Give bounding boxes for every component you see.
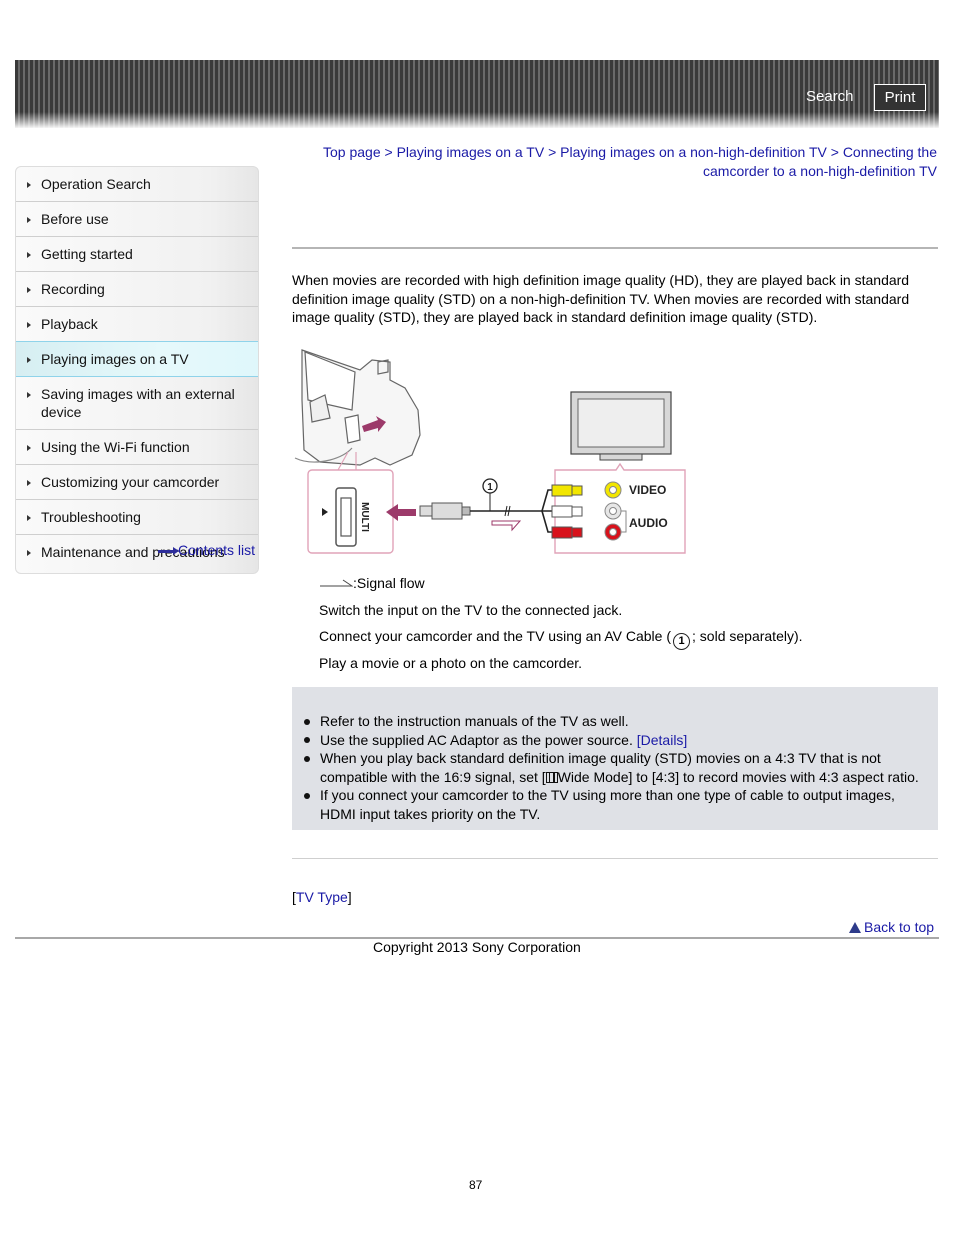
sidebar-item-operation-search[interactable]: Operation Search bbox=[16, 167, 258, 202]
triangle-right-icon bbox=[27, 252, 31, 258]
triangle-right-icon bbox=[27, 445, 31, 451]
back-to-top-link[interactable]: Back to top bbox=[849, 919, 934, 935]
triangle-right-icon bbox=[27, 217, 31, 223]
triangle-right-icon bbox=[27, 357, 31, 363]
step-3: Play a movie or a photo on the camcorder… bbox=[319, 655, 583, 671]
connection-diagram: MULTI 1 VIDEO AUDIO bbox=[294, 349, 686, 554]
print-button[interactable]: Print bbox=[874, 84, 926, 111]
signal-flow-label: :Signal flow bbox=[353, 575, 425, 591]
sidebar-item-label: Getting started bbox=[41, 246, 133, 262]
contents-list-label: Contents list bbox=[178, 542, 256, 558]
sidebar-item-label: Saving images with an external device bbox=[41, 386, 235, 420]
video-label: VIDEO bbox=[629, 483, 666, 497]
note-item: Refer to the instruction manuals of the … bbox=[292, 712, 938, 731]
sidebar-item-label: Customizing your camcorder bbox=[41, 474, 220, 490]
breadcrumb-separator: > bbox=[380, 144, 397, 160]
related-divider bbox=[292, 858, 938, 859]
sidebar-item-label: Operation Search bbox=[41, 176, 151, 192]
search-link[interactable]: Search bbox=[806, 88, 854, 105]
triangle-right-icon bbox=[27, 287, 31, 293]
audio-label: AUDIO bbox=[629, 516, 668, 530]
header-bar bbox=[15, 60, 939, 128]
triangle-right-icon bbox=[27, 182, 31, 188]
note-text: Wide Mode] to [4:3] to record movies wit… bbox=[557, 768, 919, 785]
multi-port-label: MULTI bbox=[359, 502, 370, 532]
sidebar-item-label: Recording bbox=[41, 281, 105, 297]
sidebar-item-label: Playback bbox=[41, 316, 98, 332]
signal-flow-icon bbox=[491, 520, 522, 532]
note-text: Use the supplied AC Adaptor as the power… bbox=[320, 731, 637, 748]
notes-box: Refer to the instruction manuals of the … bbox=[292, 687, 938, 830]
contents-list-link[interactable]: Contents list bbox=[158, 542, 255, 558]
title-divider bbox=[292, 247, 938, 249]
breadcrumb-non-hd-tv[interactable]: Playing images on a non-high-definition … bbox=[560, 144, 827, 160]
arrow-right-icon bbox=[158, 546, 179, 555]
svg-text:1: 1 bbox=[487, 482, 493, 493]
note-text: If you connect your camcorder to the TV … bbox=[320, 787, 895, 822]
note-text: Refer to the instruction manuals of the … bbox=[320, 713, 629, 729]
sidebar-item-recording[interactable]: Recording bbox=[16, 272, 258, 307]
tv-type-link[interactable]: TV Type bbox=[296, 889, 348, 905]
note-item: When you play back standard definition i… bbox=[292, 749, 938, 786]
sidebar-item-saving-images[interactable]: Saving images with an external device bbox=[16, 377, 258, 430]
sidebar-item-label: Using the Wi-Fi function bbox=[41, 439, 190, 455]
bullet-icon bbox=[304, 718, 310, 725]
breadcrumb-top-page[interactable]: Top page bbox=[323, 144, 381, 160]
step-2: Connect your camcorder and the TV using … bbox=[319, 628, 803, 650]
sidebar-item-label: Troubleshooting bbox=[41, 509, 141, 525]
page-number: 87 bbox=[469, 1178, 483, 1192]
triangle-right-icon bbox=[27, 550, 31, 556]
sidebar-item-getting-started[interactable]: Getting started bbox=[16, 237, 258, 272]
breadcrumb-separator: > bbox=[544, 144, 561, 160]
sidebar-item-troubleshooting[interactable]: Troubleshooting bbox=[16, 500, 258, 535]
triangle-up-icon bbox=[849, 921, 861, 933]
sidebar-item-playing-images-on-tv[interactable]: Playing images on a TV bbox=[16, 341, 258, 377]
cable-number-icon: 1 bbox=[673, 633, 691, 650]
note-item: Use the supplied AC Adaptor as the power… bbox=[292, 731, 938, 750]
triangle-right-icon bbox=[27, 392, 31, 398]
back-to-top-label: Back to top bbox=[864, 919, 935, 935]
bullet-icon bbox=[304, 755, 310, 762]
breadcrumb: Top page > Playing images on a TV > Play… bbox=[300, 143, 937, 181]
movie-film-icon bbox=[545, 771, 558, 783]
intro-paragraph: When movies are recorded with high defin… bbox=[292, 272, 910, 325]
sidebar-item-playback[interactable]: Playback bbox=[16, 307, 258, 342]
triangle-right-icon bbox=[27, 515, 31, 521]
sidebar-item-label: Before use bbox=[41, 211, 109, 227]
triangle-right-icon bbox=[27, 322, 31, 328]
step-text: Connect your camcorder and the TV using … bbox=[319, 628, 672, 644]
sidebar-item-wifi[interactable]: Using the Wi-Fi function bbox=[16, 430, 258, 465]
step-1: Switch the input on the TV to the connec… bbox=[319, 602, 623, 618]
step-text: ; sold separately). bbox=[692, 628, 803, 644]
note-item: If you connect your camcorder to the TV … bbox=[292, 786, 938, 823]
sidebar-item-label: Playing images on a TV bbox=[41, 351, 189, 367]
sidebar-nav: Operation Search Before use Getting star… bbox=[15, 166, 259, 574]
sidebar-item-before-use[interactable]: Before use bbox=[16, 202, 258, 237]
details-link[interactable]: [Details] bbox=[637, 732, 688, 748]
camcorder-illustration bbox=[294, 349, 421, 466]
breadcrumb-separator: > bbox=[826, 144, 843, 160]
related-topic: [TV Type] bbox=[292, 889, 352, 905]
bracket: ] bbox=[347, 889, 352, 905]
bullet-icon bbox=[304, 792, 310, 799]
signal-flow-icon bbox=[320, 579, 353, 587]
sidebar-item-customizing[interactable]: Customizing your camcorder bbox=[16, 465, 258, 500]
triangle-right-icon bbox=[27, 480, 31, 486]
bullet-icon bbox=[304, 737, 310, 743]
breadcrumb-playing-images-on-tv[interactable]: Playing images on a TV bbox=[397, 144, 545, 160]
copyright: Copyright 2013 Sony Corporation bbox=[373, 939, 581, 955]
signal-flow-legend: :Signal flow bbox=[319, 575, 425, 591]
